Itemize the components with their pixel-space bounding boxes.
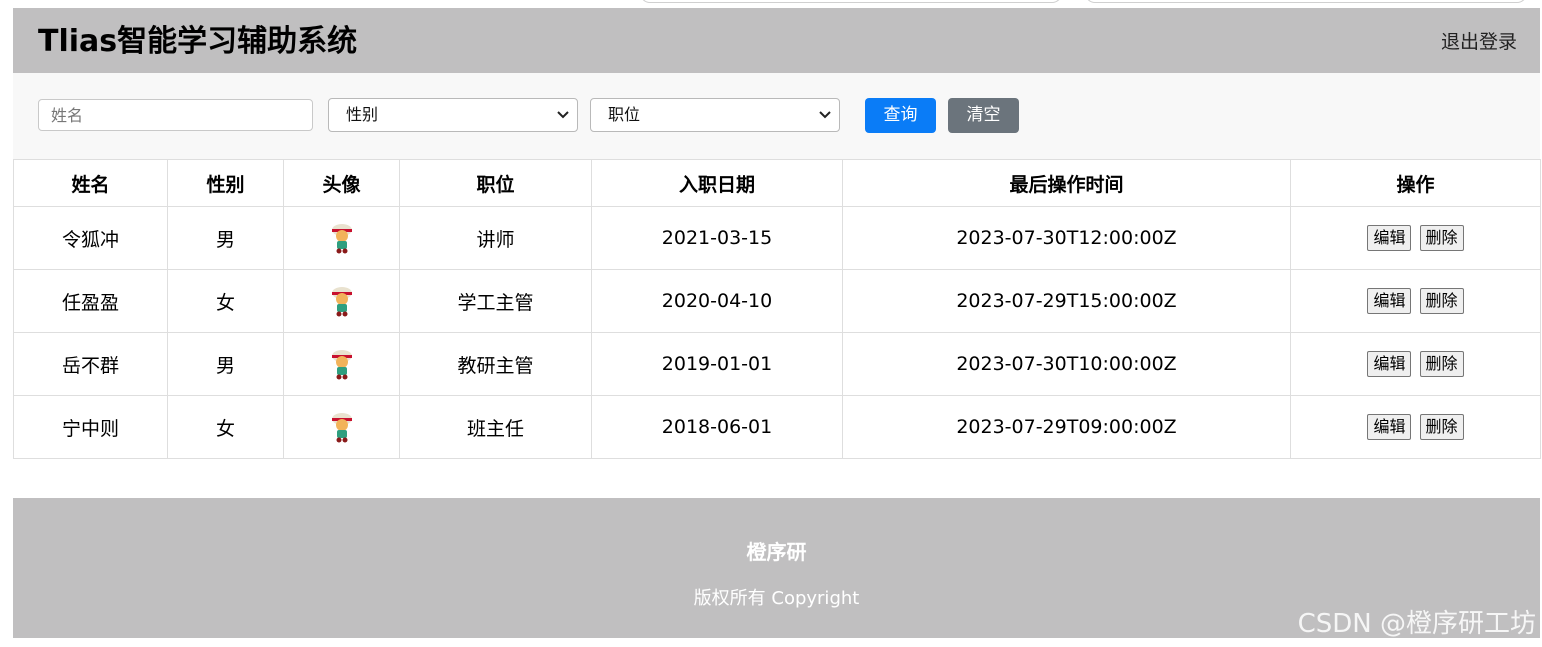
cell-avatar (283, 395, 400, 459)
cell-update-time: 2023-07-30T12:00:00Z (842, 206, 1291, 270)
app-title: Tlias智能学习辅助系统 (38, 24, 358, 59)
cell-update-time: 2023-07-30T10:00:00Z (842, 332, 1291, 396)
cell-job: 讲师 (399, 206, 592, 270)
cell-name: 任盈盈 (13, 269, 168, 333)
edit-button[interactable]: 编辑 (1367, 414, 1412, 440)
cell-job: 教研主管 (399, 332, 592, 396)
gender-select[interactable]: 性别 (328, 98, 578, 132)
column-header-gender: 性别 (167, 159, 284, 207)
browser-top-strip (0, 0, 1542, 8)
browser-tab-stub (1085, 0, 1527, 3)
cell-gender: 男 (167, 206, 284, 270)
app-header: Tlias智能学习辅助系统 退出登录 (13, 8, 1540, 73)
delete-button[interactable]: 删除 (1419, 414, 1464, 440)
cell-name: 宁中则 (13, 395, 168, 459)
cell-actions: 编辑 删除 (1290, 395, 1541, 459)
cell-name: 令狐冲 (13, 206, 168, 270)
column-header-job: 职位 (399, 159, 592, 207)
footer-company: 橙序研 (746, 540, 807, 564)
cell-avatar (283, 332, 400, 396)
table-row: 宁中则 女 班主任 2018-06-01 2023-07-29T09:00:00… (13, 395, 1541, 459)
cell-entry-date: 2020-04-10 (591, 269, 843, 333)
avatar-image (331, 224, 352, 254)
column-header-actions: 操作 (1290, 159, 1541, 207)
cell-gender: 女 (167, 395, 284, 459)
column-header-entry-date: 入职日期 (591, 159, 843, 207)
gender-select-value: 性别 (346, 105, 379, 124)
cell-actions: 编辑 删除 (1290, 332, 1541, 396)
job-select[interactable]: 职位 (590, 98, 840, 132)
table-row: 任盈盈 女 学工主管 2020-04-10 2023-07-29T15:00:0… (13, 269, 1541, 333)
chevron-down-icon (557, 111, 569, 119)
avatar-image (331, 350, 352, 380)
cell-update-time: 2023-07-29T15:00:00Z (842, 269, 1291, 333)
table-header-row: 姓名 性别 头像 职位 入职日期 最后操作时间 操作 (13, 159, 1541, 207)
cell-actions: 编辑 删除 (1290, 206, 1541, 270)
job-select-value: 职位 (608, 105, 641, 124)
cell-gender: 女 (167, 269, 284, 333)
avatar-image (331, 413, 352, 443)
cell-entry-date: 2018-06-01 (591, 395, 843, 459)
delete-button[interactable]: 删除 (1419, 225, 1464, 251)
chevron-down-icon (819, 111, 831, 119)
edit-button[interactable]: 编辑 (1367, 351, 1412, 377)
avatar-image (331, 287, 352, 317)
name-search-input[interactable] (38, 99, 313, 131)
edit-button[interactable]: 编辑 (1367, 288, 1412, 314)
edit-button[interactable]: 编辑 (1367, 225, 1412, 251)
cell-job: 班主任 (399, 395, 592, 459)
table-row: 令狐冲 男 讲师 2021-03-15 2023-07-30T12:00:00Z… (13, 206, 1541, 270)
filter-bar: 性别 职位 查询 清空 (13, 73, 1540, 159)
delete-button[interactable]: 删除 (1419, 351, 1464, 377)
employee-table: 姓名 性别 头像 职位 入职日期 最后操作时间 操作 令狐冲 男 讲师 2021… (13, 159, 1541, 459)
browser-tab-stub (640, 0, 1062, 3)
delete-button[interactable]: 删除 (1419, 288, 1464, 314)
cell-avatar (283, 206, 400, 270)
cell-avatar (283, 269, 400, 333)
column-header-avatar: 头像 (283, 159, 400, 207)
cell-name: 岳不群 (13, 332, 168, 396)
cell-update-time: 2023-07-29T09:00:00Z (842, 395, 1291, 459)
cell-job: 学工主管 (399, 269, 592, 333)
column-header-name: 姓名 (13, 159, 168, 207)
cell-entry-date: 2021-03-15 (591, 206, 843, 270)
query-button[interactable]: 查询 (865, 98, 936, 133)
clear-button[interactable]: 清空 (948, 98, 1019, 133)
cell-gender: 男 (167, 332, 284, 396)
cell-entry-date: 2019-01-01 (591, 332, 843, 396)
logout-link[interactable]: 退出登录 (1441, 30, 1517, 54)
table-row: 岳不群 男 教研主管 2019-01-01 2023-07-30T10:00:0… (13, 332, 1541, 396)
column-header-update-time: 最后操作时间 (842, 159, 1291, 207)
watermark: CSDN @橙序研工坊 (1297, 609, 1536, 639)
cell-actions: 编辑 删除 (1290, 269, 1541, 333)
